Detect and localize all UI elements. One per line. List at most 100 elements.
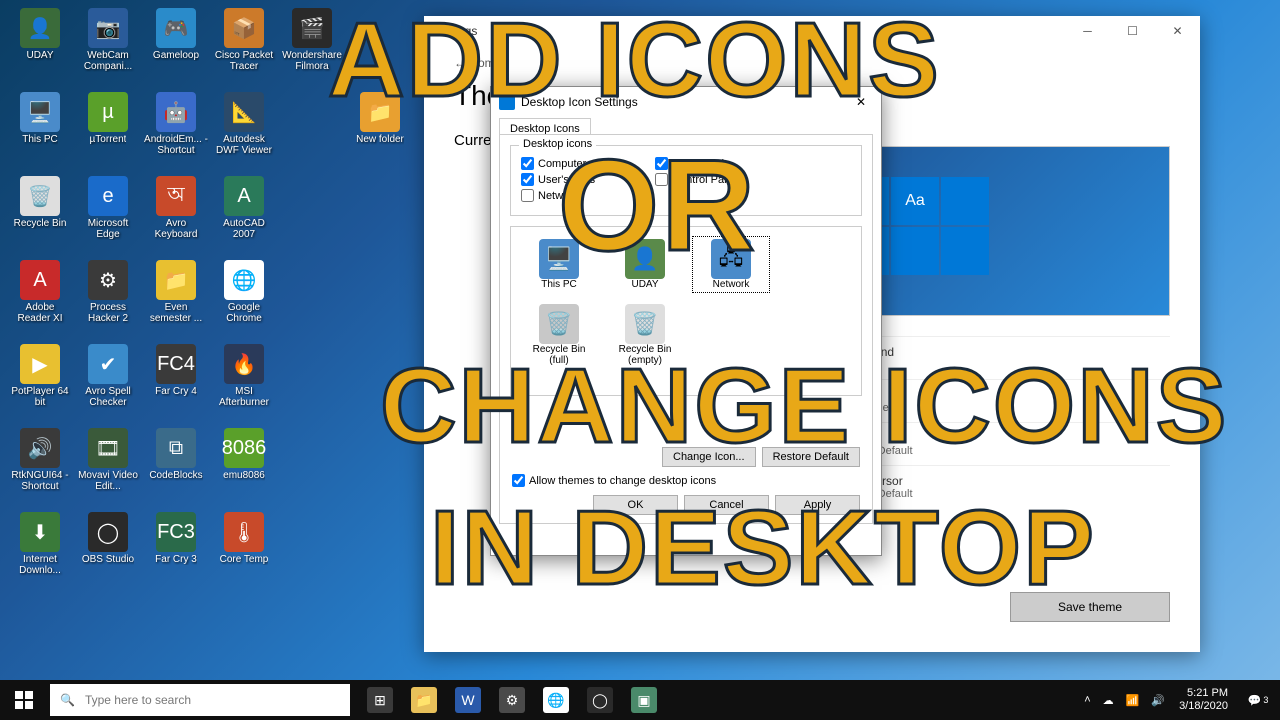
desktop-icon[interactable]: µµTorrent bbox=[76, 92, 140, 170]
ok-button[interactable]: OK bbox=[593, 495, 678, 515]
search-box[interactable]: 🔍 Type here to search bbox=[50, 684, 350, 716]
taskbar-clock[interactable]: 5:21 PM 3/18/2020 bbox=[1171, 687, 1236, 713]
icon-label: Even semester ... bbox=[144, 302, 208, 324]
desktop-icon[interactable]: 📷WebCam Compani... bbox=[76, 8, 140, 86]
desktop-icon[interactable]: 🗑️Recycle Bin bbox=[8, 176, 72, 254]
desktop-icon[interactable]: 👤UDAY bbox=[8, 8, 72, 86]
checkbox-label: Recycle Bin bbox=[672, 158, 730, 170]
desktop-icon[interactable]: ◯OBS Studio bbox=[76, 512, 140, 590]
close-button[interactable]: ✕ bbox=[1155, 16, 1200, 46]
app-icon: 📦 bbox=[224, 8, 264, 48]
clock-date: 3/18/2020 bbox=[1179, 700, 1228, 713]
checkbox-input[interactable] bbox=[521, 189, 534, 202]
start-button[interactable] bbox=[0, 680, 48, 720]
app-icon: 8086 bbox=[224, 428, 264, 468]
app-icon: 🔊 bbox=[20, 428, 60, 468]
desktop-icon[interactable]: AAutoCAD 2007 bbox=[212, 176, 276, 254]
allow-themes-input[interactable] bbox=[512, 474, 525, 487]
desktop-icon[interactable]: eMicrosoft Edge bbox=[76, 176, 140, 254]
desktop-icon[interactable]: ⚙Process Hacker 2 bbox=[76, 260, 140, 338]
desktop-icon[interactable]: ⧉CodeBlocks bbox=[144, 428, 208, 506]
icon-preview-item[interactable]: 🗑️Recycle Bin (full) bbox=[521, 302, 597, 368]
desktop-icon[interactable]: 📁New folder bbox=[348, 92, 412, 170]
app-icon: A bbox=[224, 176, 264, 216]
icon-label: AutoCAD 2007 bbox=[212, 218, 276, 240]
tray-icon[interactable]: 🔊 bbox=[1145, 694, 1171, 707]
icon-preview-item[interactable]: 🖧Network bbox=[693, 237, 769, 292]
dialog-titlebar[interactable]: Desktop Icon Settings bbox=[491, 87, 881, 117]
app-icon: 🎮 bbox=[156, 8, 196, 48]
preview-label: Recycle Bin (full) bbox=[523, 344, 595, 366]
icon-label: Cisco Packet Tracer bbox=[212, 50, 276, 72]
desktop[interactable]: 👤UDAY📷WebCam Compani...🎮Gameloop📦Cisco P… bbox=[0, 0, 1280, 680]
desktop-icon[interactable]: FC3Far Cry 3 bbox=[144, 512, 208, 590]
checkbox-control-panel[interactable]: Control Panel bbox=[655, 173, 739, 186]
checkbox-recycle-bin[interactable]: Recycle Bin bbox=[655, 157, 739, 170]
notification-center[interactable]: 💬 3 bbox=[1236, 694, 1280, 707]
checkbox-input[interactable] bbox=[655, 157, 668, 170]
tray-icon[interactable]: ☁ bbox=[1097, 694, 1120, 707]
desktop-icon[interactable]: 🎮Gameloop bbox=[144, 8, 208, 86]
apply-button[interactable]: Apply bbox=[775, 495, 860, 515]
checkbox-network[interactable]: Network bbox=[521, 189, 595, 202]
change-icon-button[interactable]: Change Icon... bbox=[662, 447, 756, 467]
desktop-icon[interactable]: 🎬Wondershare Filmora bbox=[280, 8, 344, 86]
restore-default-button[interactable]: Restore Default bbox=[762, 447, 860, 467]
checkbox-input[interactable] bbox=[521, 173, 534, 186]
desktop-icon[interactable]: 🖥️This PC bbox=[8, 92, 72, 170]
desktop-icon[interactable]: 🤖AndroidEm... - Shortcut bbox=[144, 92, 208, 170]
app-icon: 🤖 bbox=[156, 92, 196, 132]
desktop-icon[interactable]: ✔Avro Spell Checker bbox=[76, 344, 140, 422]
desktop-icon[interactable]: AAdobe Reader XI bbox=[8, 260, 72, 338]
desktop-icon[interactable]: 🌐Google Chrome bbox=[212, 260, 276, 338]
desktop-icon[interactable]: FC4Far Cry 4 bbox=[144, 344, 208, 422]
icon-label: PotPlayer 64 bit bbox=[8, 386, 72, 408]
icon-label: Movavi Video Edit... bbox=[76, 470, 140, 492]
desktop-icon[interactable]: 📁Even semester ... bbox=[144, 260, 208, 338]
icon-label: Autodesk DWF Viewer bbox=[212, 134, 276, 156]
checkbox-input[interactable] bbox=[521, 157, 534, 170]
taskbar-app-obs[interactable]: ◯ bbox=[578, 680, 622, 720]
desktop-icon[interactable]: অAvro Keyboard bbox=[144, 176, 208, 254]
app-icon: ⚙ bbox=[88, 260, 128, 300]
taskbar-app-word[interactable]: W bbox=[446, 680, 490, 720]
desktop-icon[interactable]: 📐Autodesk DWF Viewer bbox=[212, 92, 276, 170]
app-icon: ⬇ bbox=[20, 512, 60, 552]
taskbar-app-task-view[interactable]: ⊞ bbox=[358, 680, 402, 720]
maximize-button[interactable]: ☐ bbox=[1110, 16, 1155, 46]
app-icon: FC3 bbox=[156, 512, 196, 552]
desktop-icon[interactable]: 📦Cisco Packet Tracer bbox=[212, 8, 276, 86]
minimize-button[interactable]: ─ bbox=[1065, 16, 1110, 46]
app-icon: 📐 bbox=[224, 92, 264, 132]
preview-label: Recycle Bin (empty) bbox=[609, 344, 681, 366]
tray-icon[interactable]: ˄ bbox=[1078, 694, 1096, 707]
icon-label: RtkNGUI64 - Shortcut bbox=[8, 470, 72, 492]
icon-preview-item[interactable]: 🖥️This PC bbox=[521, 237, 597, 292]
desktop-icon[interactable]: ▶PotPlayer 64 bit bbox=[8, 344, 72, 422]
desktop-icon[interactable]: 🌡Core Temp bbox=[212, 512, 276, 590]
desktop-icon[interactable]: 🎞Movavi Video Edit... bbox=[76, 428, 140, 506]
icon-label: AndroidEm... - Shortcut bbox=[144, 134, 208, 156]
icon-preview-item[interactable]: 👤UDAY bbox=[607, 237, 683, 292]
allow-themes-checkbox[interactable]: Allow themes to change desktop icons bbox=[512, 474, 716, 487]
search-placeholder: Type here to search bbox=[85, 693, 191, 707]
checkbox-input[interactable] bbox=[655, 173, 668, 186]
taskbar-app-file-explorer[interactable]: 📁 bbox=[402, 680, 446, 720]
save-theme-button[interactable]: Save theme bbox=[1010, 592, 1170, 622]
cancel-button[interactable]: Cancel bbox=[684, 495, 769, 515]
tab-desktop-icons[interactable]: Desktop Icons bbox=[499, 118, 591, 135]
icon-preview-item[interactable]: 🗑️Recycle Bin (empty) bbox=[607, 302, 683, 368]
desktop-icon[interactable]: ⬇Internet Downlo... bbox=[8, 512, 72, 590]
desktop-icon[interactable]: 8086emu8086 bbox=[212, 428, 276, 506]
tray-icon[interactable]: 📶 bbox=[1120, 694, 1146, 707]
checkbox-computer[interactable]: Computer bbox=[521, 157, 595, 170]
desktop-icon[interactable]: 🔥MSI Afterburner bbox=[212, 344, 276, 422]
desktop-icon[interactable]: 🔊RtkNGUI64 - Shortcut bbox=[8, 428, 72, 506]
back-home[interactable]: ← Home bbox=[454, 56, 1170, 70]
taskbar-app-app[interactable]: ▣ bbox=[622, 680, 666, 720]
taskbar-app-settings[interactable]: ⚙ bbox=[490, 680, 534, 720]
dialog-close-button[interactable]: ✕ bbox=[841, 87, 881, 117]
taskbar-app-chrome[interactable]: 🌐 bbox=[534, 680, 578, 720]
taskbar: 🔍 Type here to search ⊞📁W⚙🌐◯▣ ˄☁📶🔊 5:21 … bbox=[0, 680, 1280, 720]
checkbox-user-s-files[interactable]: User's Files bbox=[521, 173, 595, 186]
